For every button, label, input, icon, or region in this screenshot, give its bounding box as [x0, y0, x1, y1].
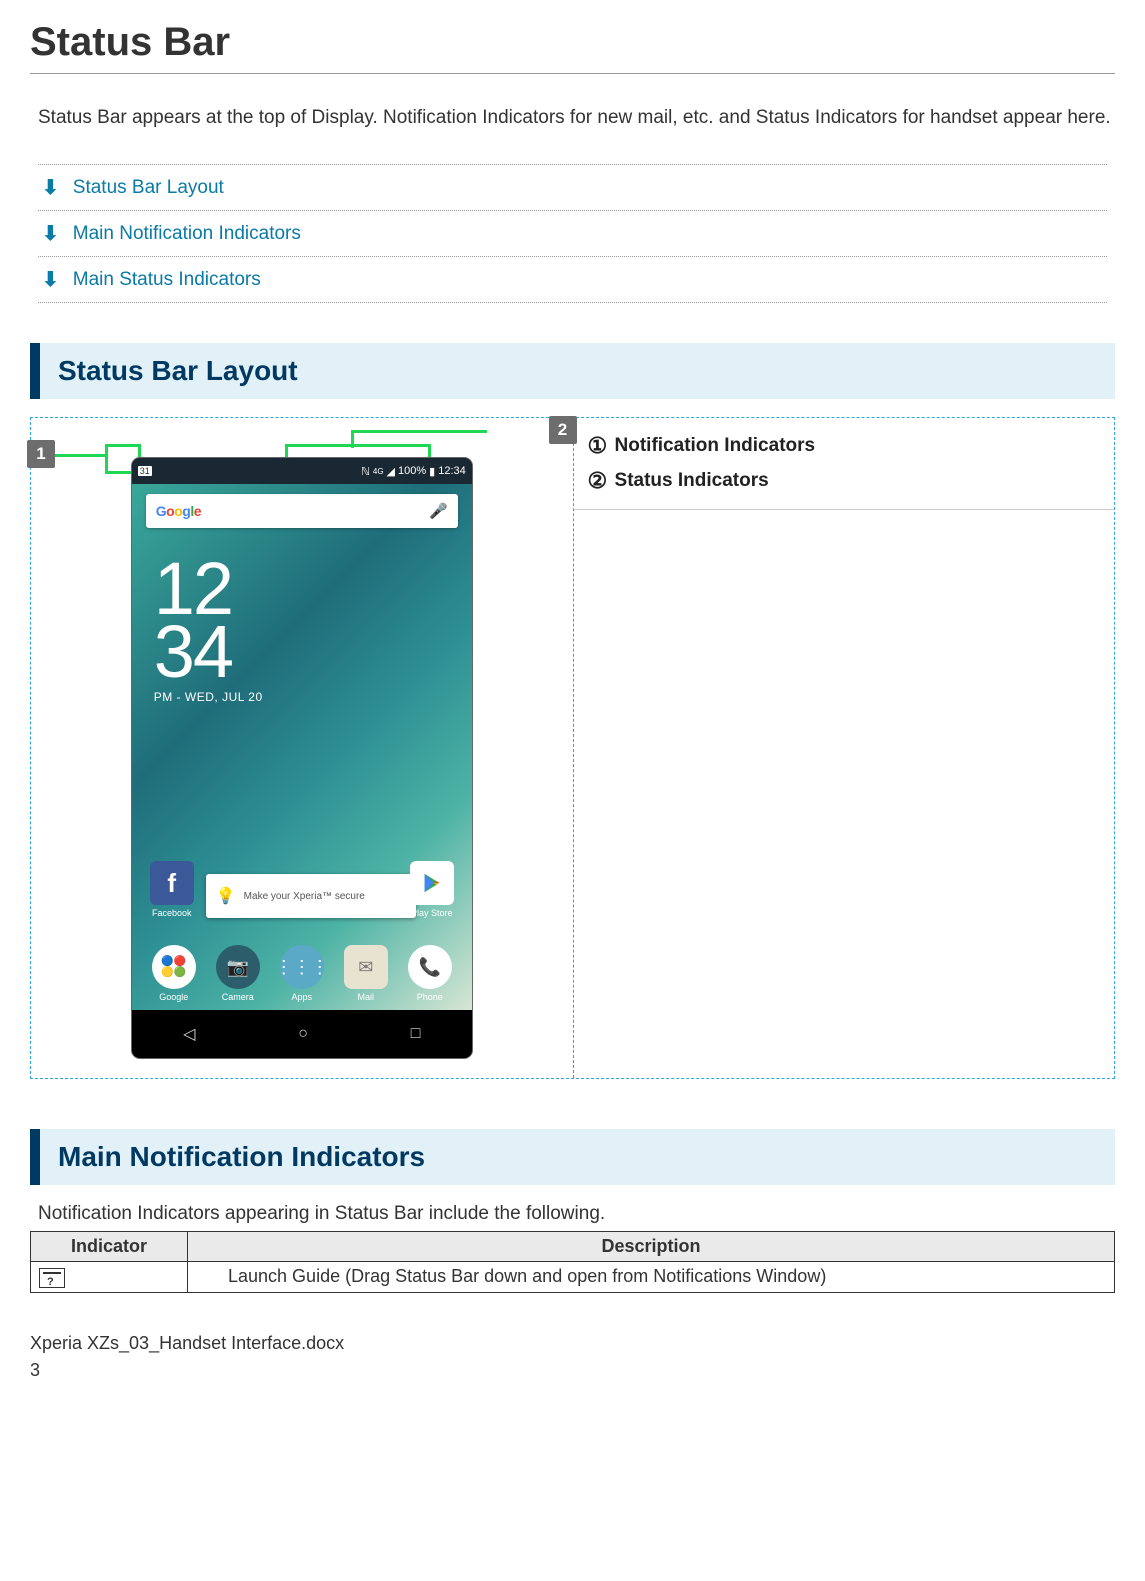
app-label: Facebook: [152, 908, 192, 918]
section-heading-notification: Main Notification Indicators: [30, 1129, 1115, 1185]
toc-link-1[interactable]: Status Bar Layout: [73, 177, 224, 199]
app-google: 🔵🔴🟡🟢 Google: [145, 945, 203, 1002]
clock-date: PM - WED, JUL 20: [154, 690, 472, 704]
mail-icon: ✉: [344, 945, 388, 989]
google-search-bar: Google 🎤: [146, 494, 458, 528]
indicator-table: Indicator Description Launch Guide (Drag…: [30, 1231, 1115, 1292]
clock-text: 12:34: [438, 465, 466, 477]
down-arrow-icon: ⬇: [42, 267, 59, 292]
google-folder-icon: 🔵🔴🟡🟢: [152, 945, 196, 989]
callout-badge-1: 1: [27, 440, 55, 468]
app-label: Play Store: [411, 908, 453, 918]
callout-label-1: Notification Indicators: [615, 435, 816, 456]
bulb-icon: 💡: [216, 886, 236, 906]
toc-link-3[interactable]: Main Status Indicators: [73, 269, 261, 291]
toc-link-2[interactable]: Main Notification Indicators: [73, 223, 301, 245]
down-arrow-icon: ⬇: [42, 175, 59, 200]
indicator-desc-cell: Launch Guide (Drag Status Bar down and o…: [188, 1262, 1115, 1292]
toc-item-2[interactable]: ⬇ Main Notification Indicators: [38, 210, 1107, 256]
table-row: Launch Guide (Drag Status Bar down and o…: [31, 1262, 1115, 1292]
clock-minute: 34: [154, 621, 472, 684]
app-label: Apps: [291, 992, 312, 1002]
callout-line-2v: [351, 430, 354, 448]
phone-home-screen: Google 🎤 12 34 PM - WED, JUL 20 f Facebo…: [132, 484, 472, 1010]
phone-nav-bar: ◁ ○ □: [132, 1010, 472, 1058]
app-phone: 📞 Phone: [401, 945, 459, 1002]
toc: ⬇ Status Bar Layout ⬇ Main Notification …: [38, 164, 1107, 303]
facebook-icon: f: [150, 861, 194, 905]
callout-list: ① Notification Indicators ② Status Indic…: [574, 418, 1115, 509]
calendar-icon: 31: [138, 466, 152, 476]
layout-screenshot-panel: 1 2 31 ℕ 4G ◢ 100% ▮ 12:34: [31, 418, 573, 1078]
page-title: Status Bar: [30, 20, 1115, 65]
network-icon: 4G: [373, 467, 384, 476]
footer-filename: Xperia XZs_03_Handset Interface.docx: [30, 1333, 1115, 1354]
clock-widget: 12 34 PM - WED, JUL 20: [154, 558, 472, 704]
callout-line-1: [55, 454, 107, 457]
mic-icon: 🎤: [429, 502, 448, 520]
secure-notification-card: 💡 Make your Xperia™ secure: [206, 874, 416, 918]
callout-badge-2: 2: [549, 416, 577, 444]
app-label: Mail: [357, 992, 374, 1002]
section2-intro: Notification Indicators appearing in Sta…: [38, 1203, 1115, 1225]
intro-text: Status Bar appears at the top of Display…: [38, 102, 1115, 134]
signal-icon: ◢: [387, 465, 395, 478]
apps-icon: ⋮⋮⋮: [280, 945, 324, 989]
nfc-icon: ℕ: [361, 465, 370, 478]
title-rule: [30, 73, 1115, 74]
app-label: Camera: [222, 992, 254, 1002]
phone-status-bar: 31 ℕ 4G ◢ 100% ▮ 12:34: [132, 458, 472, 484]
recents-icon: □: [411, 1025, 421, 1043]
app-dock: 🔵🔴🟡🟢 Google 📷 Camera ⋮⋮⋮ Apps: [132, 945, 472, 1002]
toc-item-3[interactable]: ⬇ Main Status Indicators: [38, 256, 1107, 303]
app-facebook: f Facebook: [148, 861, 196, 918]
table-header-row: Indicator Description: [31, 1232, 1115, 1262]
google-logo: Google: [156, 503, 201, 519]
circled-1-icon: ①: [588, 428, 608, 463]
launch-guide-icon: [39, 1268, 65, 1288]
camera-icon: 📷: [216, 945, 260, 989]
app-apps: ⋮⋮⋮ Apps: [273, 945, 331, 1002]
notif-text: Make your Xperia™ secure: [244, 891, 365, 902]
footer-page-number: 3: [30, 1360, 1115, 1381]
down-arrow-icon: ⬇: [42, 221, 59, 246]
col-description: Description: [188, 1232, 1115, 1262]
app-camera: 📷 Camera: [209, 945, 267, 1002]
phone-icon: 📞: [408, 945, 452, 989]
layout-diagram: 1 2 31 ℕ 4G ◢ 100% ▮ 12:34: [30, 417, 1115, 1079]
home-icon: ○: [298, 1025, 308, 1043]
section-heading-layout: Status Bar Layout: [30, 343, 1115, 399]
callout-label-2: Status Indicators: [615, 470, 769, 491]
app-label: Phone: [417, 992, 443, 1002]
indicator-icon-cell: [31, 1262, 188, 1292]
battery-icon: ▮: [429, 465, 435, 478]
app-label: Google: [159, 992, 188, 1002]
playstore-icon: [410, 861, 454, 905]
app-mail: ✉ Mail: [337, 945, 395, 1002]
battery-text: 100%: [398, 465, 426, 477]
toc-item-1[interactable]: ⬇ Status Bar Layout: [38, 164, 1107, 210]
layout-legend-panel: ① Notification Indicators ② Status Indic…: [573, 418, 1115, 1078]
back-icon: ◁: [183, 1024, 195, 1044]
col-indicator: Indicator: [31, 1232, 188, 1262]
callout-line-2: [351, 430, 487, 433]
app-playstore: Play Store: [408, 861, 456, 918]
phone-mockup: 31 ℕ 4G ◢ 100% ▮ 12:34 Google: [132, 458, 472, 1058]
circled-2-icon: ②: [588, 463, 608, 498]
